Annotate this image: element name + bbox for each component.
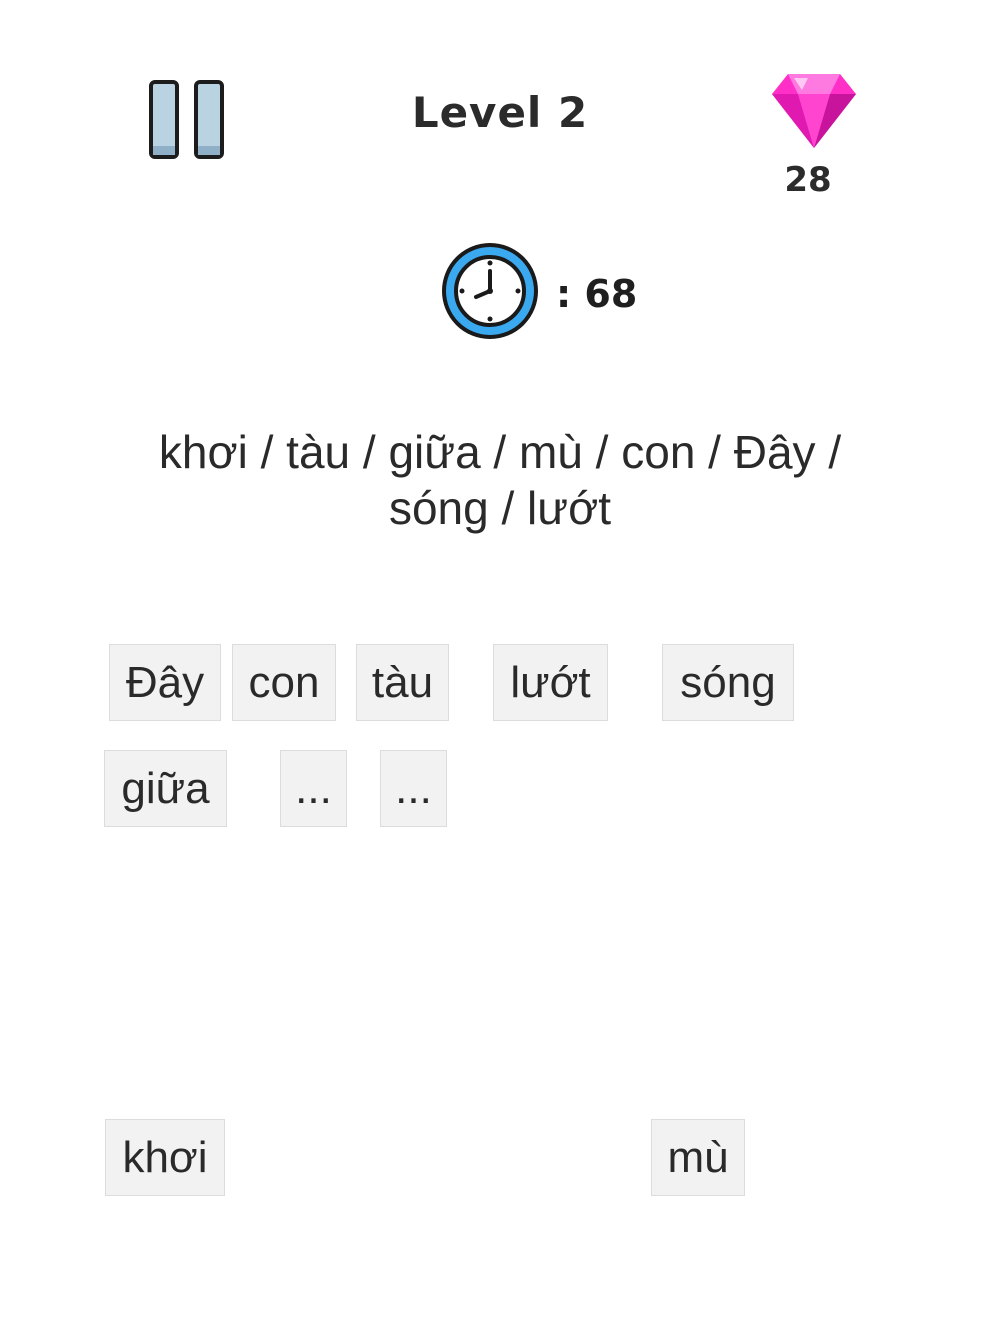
answer-tile[interactable]: con bbox=[232, 644, 336, 721]
clock-icon bbox=[440, 241, 540, 341]
answer-tile[interactable]: lướt bbox=[493, 644, 608, 721]
pause-icon bbox=[149, 80, 224, 159]
answer-tile[interactable]: Đây bbox=[109, 644, 221, 721]
gem-count: 28 bbox=[784, 160, 832, 200]
level-title: Level 2 bbox=[411, 88, 589, 137]
gem-icon bbox=[768, 68, 860, 152]
word-bank-tile[interactable]: khơi bbox=[105, 1119, 225, 1196]
scrambled-sentence: khơi / tàu / giữa / mù / con / Đây / són… bbox=[100, 424, 900, 536]
answer-tile[interactable]: sóng bbox=[662, 644, 794, 721]
answer-tile[interactable]: tàu bbox=[356, 644, 449, 721]
word-bank-tile[interactable]: mù bbox=[651, 1119, 745, 1196]
scrambled-line-1: khơi / tàu / giữa / mù / con / Đây / bbox=[158, 426, 842, 478]
empty-slot[interactable]: ... bbox=[380, 750, 447, 827]
empty-slot[interactable]: ... bbox=[280, 750, 347, 827]
timer-text: : 68 bbox=[556, 272, 638, 316]
answer-tile[interactable]: giữa bbox=[104, 750, 227, 827]
pause-button[interactable] bbox=[146, 78, 230, 162]
scrambled-line-2: sóng / lướt bbox=[388, 482, 612, 534]
